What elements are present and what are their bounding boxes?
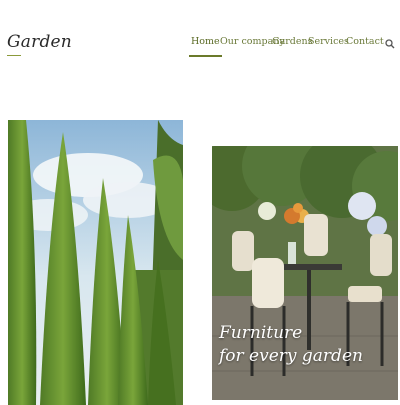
site-header: Garden Home Our company Gardens Services…	[0, 0, 400, 80]
caption-line-1: Furniture	[219, 323, 303, 343]
logo-underline	[7, 55, 21, 56]
topiary-garden-image[interactable]	[8, 120, 183, 405]
search-icon[interactable]	[385, 39, 395, 49]
caption-line-2: for every garden	[219, 346, 363, 366]
site-logo[interactable]: Garden	[7, 32, 72, 52]
furniture-caption: Furniture for every garden	[219, 322, 363, 368]
nav-item-home[interactable]: Home	[189, 36, 222, 57]
topiary-illustration	[8, 120, 183, 405]
nav-item-contact[interactable]: Contact	[346, 36, 384, 47]
nav-item-services[interactable]: Services	[308, 36, 349, 47]
nav-item-gardens[interactable]: Gardens	[272, 36, 313, 47]
